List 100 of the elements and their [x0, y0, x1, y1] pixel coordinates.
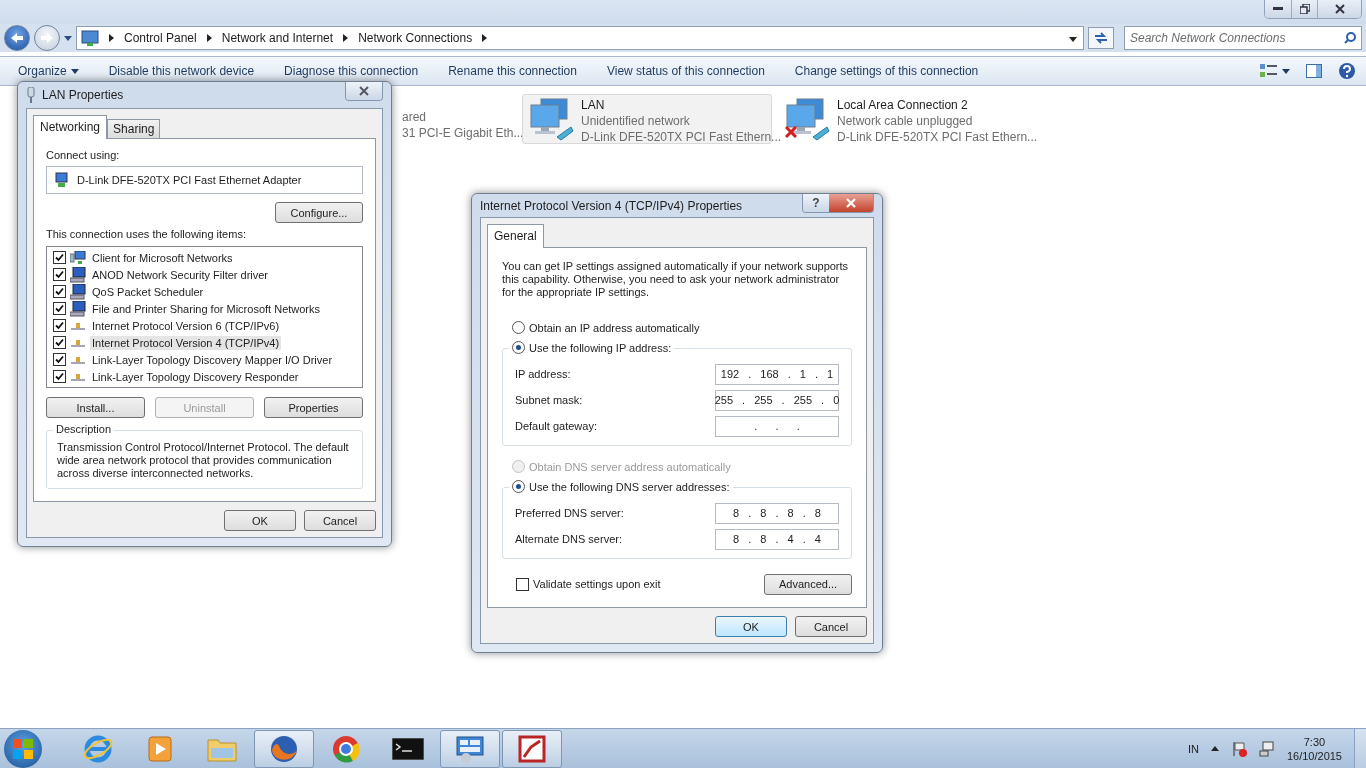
dialog-button[interactable]: Install...: [46, 397, 145, 418]
checkbox[interactable]: [53, 285, 66, 298]
checkbox[interactable]: [53, 370, 66, 383]
network-computer-icon[interactable]: [1258, 740, 1275, 757]
help-button[interactable]: [1338, 62, 1356, 80]
dialog-button[interactable]: Properties: [264, 397, 363, 418]
close-button[interactable]: [346, 82, 382, 100]
field-label: IP address:: [515, 368, 571, 380]
caret-icon: [70, 68, 79, 74]
checkbox[interactable]: [53, 336, 66, 349]
connection-device: D-Link DFE-520TX PCI Fast Ethern...: [837, 129, 1038, 145]
search-icon: [1344, 32, 1356, 44]
checkbox[interactable]: [516, 577, 529, 591]
close-button[interactable]: [1317, 0, 1361, 18]
ip-input-field[interactable]: 192 . 168 . 1 . 1: [715, 363, 839, 385]
breadcrumb-item[interactable]: Network and Internet: [221, 31, 334, 45]
radio-button[interactable]: [512, 321, 525, 334]
arrow-left-icon: [10, 32, 24, 44]
close-button[interactable]: [829, 194, 873, 212]
list-item[interactable]: Link-Layer Topology Discovery Mapper I/O Driver: [90, 352, 335, 367]
caret-icon: [1069, 37, 1077, 42]
view-options-button[interactable]: [1260, 64, 1290, 78]
start-button[interactable]: [4, 729, 42, 768]
toolbar-button[interactable]: Rename this connection: [448, 64, 577, 78]
toolbar-button[interactable]: Diagnose this connection: [284, 64, 419, 78]
list-item[interactable]: ANOD Network Security Filter driver: [90, 267, 271, 282]
control-panel-icon: [455, 733, 485, 764]
list-item[interactable]: Client for Microsoft Networks: [90, 250, 235, 265]
connection-status: Network cable unplugged: [837, 113, 974, 129]
network-node-icon: [70, 354, 86, 365]
toolbar-button[interactable]: Disable this network device: [108, 64, 255, 78]
network-card-icon: [53, 172, 69, 188]
help-button[interactable]: ?: [803, 194, 829, 212]
field-label: Subnet mask:: [515, 394, 583, 406]
checkbox-label: Validate settings upon exit: [533, 578, 661, 590]
dialog-button[interactable]: OK: [715, 616, 787, 637]
checkbox[interactable]: [53, 268, 66, 281]
radio-button[interactable]: [512, 341, 525, 354]
checkbox[interactable]: [53, 302, 66, 315]
ip-input-field[interactable]: 255 . 255 . 255 . 0: [715, 389, 839, 411]
clock[interactable]: 7:30 16/10/2015: [1286, 734, 1342, 763]
list-item[interactable]: Internet Protocol Version 6 (TCP/IPv6): [90, 318, 282, 333]
breadcrumb-item[interactable]: Network Connections: [358, 31, 473, 45]
play-icon: [148, 735, 172, 762]
ip-input-field[interactable]: 8 . 8 . 8 . 8: [715, 502, 839, 524]
window-title: Internet Protocol Version 4 (TCP/IPv4) Properties: [480, 198, 743, 213]
minimize-button[interactable]: [1265, 0, 1291, 18]
radio-label: Obtain DNS server address automatically: [529, 460, 731, 473]
tab[interactable]: Sharing: [107, 119, 161, 139]
toolbar-button[interactable]: View status of this connection: [606, 64, 765, 78]
checkbox[interactable]: [53, 353, 66, 366]
arrow-right-icon: [40, 32, 54, 44]
configure-button[interactable]: Configure...: [275, 202, 363, 223]
refresh-arrows-icon: [1094, 32, 1108, 44]
toolbar-button[interactable]: Organize: [18, 64, 79, 78]
list-item[interactable]: Link-Layer Topology Discovery Responder: [90, 369, 301, 384]
address-bar[interactable]: Control Panel Network and Internet Network Connections: [76, 26, 1084, 50]
toolbar-button[interactable]: Change settings of this connection: [794, 64, 979, 78]
radio-option[interactable]: Obtain an IP address automatically: [512, 321, 852, 334]
connection-status: Unidentified network: [581, 113, 691, 129]
connection-name: LAN: [581, 97, 606, 113]
radio-button[interactable]: [512, 480, 525, 493]
forward-button[interactable]: [34, 25, 60, 51]
back-button[interactable]: [4, 25, 30, 51]
arrow-right-icon: [482, 34, 488, 42]
tab[interactable]: General: [487, 224, 544, 248]
list-item[interactable]: Internet Protocol Version 4 (TCP/IPv4): [90, 335, 282, 350]
window-title: LAN Properties: [42, 88, 124, 102]
dialog-button[interactable]: OK: [224, 510, 296, 531]
adapter-name: D-Link DFE-520TX PCI Fast Ethernet Adapter: [77, 174, 302, 186]
circle-logo-icon: [331, 733, 361, 764]
tab[interactable]: Networking: [33, 115, 108, 139]
refresh-button[interactable]: [1088, 27, 1114, 49]
taskbar-app-button[interactable]: [502, 729, 562, 768]
help-icon: [1338, 62, 1356, 80]
list-item[interactable]: File and Printer Sharing for Microsoft Networks: [90, 301, 323, 316]
caret-up-icon[interactable]: [1210, 746, 1219, 751]
dialog-button[interactable]: Cancel: [795, 616, 867, 637]
ip-input-field[interactable]: 8 . 8 . 4 . 4: [715, 528, 839, 550]
search-field[interactable]: Search Network Connections: [1124, 26, 1362, 50]
terminal-icon: [392, 737, 424, 760]
close-icon: [1334, 4, 1345, 14]
checkbox-option[interactable]: Validate settings upon exit: [516, 577, 661, 591]
field-label: Preferred DNS server:: [515, 507, 624, 519]
checkbox[interactable]: [53, 319, 66, 332]
connection-device: D-Link DFE-520TX PCI Fast Ethern...: [581, 129, 782, 145]
caret-icon: [64, 35, 72, 41]
restore-icon: [1299, 4, 1310, 14]
close-icon: [846, 198, 856, 208]
flag-error-icon[interactable]: [1230, 740, 1247, 757]
preview-pane-button[interactable]: [1306, 64, 1322, 78]
list-item[interactable]: QoS Packet Scheduler: [90, 284, 206, 299]
breadcrumb-item[interactable]: Control Panel: [124, 31, 197, 45]
language-indicator[interactable]: IN: [1187, 742, 1199, 755]
checkbox[interactable]: [53, 251, 66, 264]
advanced-button[interactable]: Advanced...: [764, 573, 852, 595]
restore-button[interactable]: [1291, 0, 1317, 18]
dialog-button[interactable]: Cancel: [304, 510, 376, 531]
minimize-icon: [1273, 7, 1283, 11]
ip-input-field[interactable]: . . .: [715, 415, 839, 437]
